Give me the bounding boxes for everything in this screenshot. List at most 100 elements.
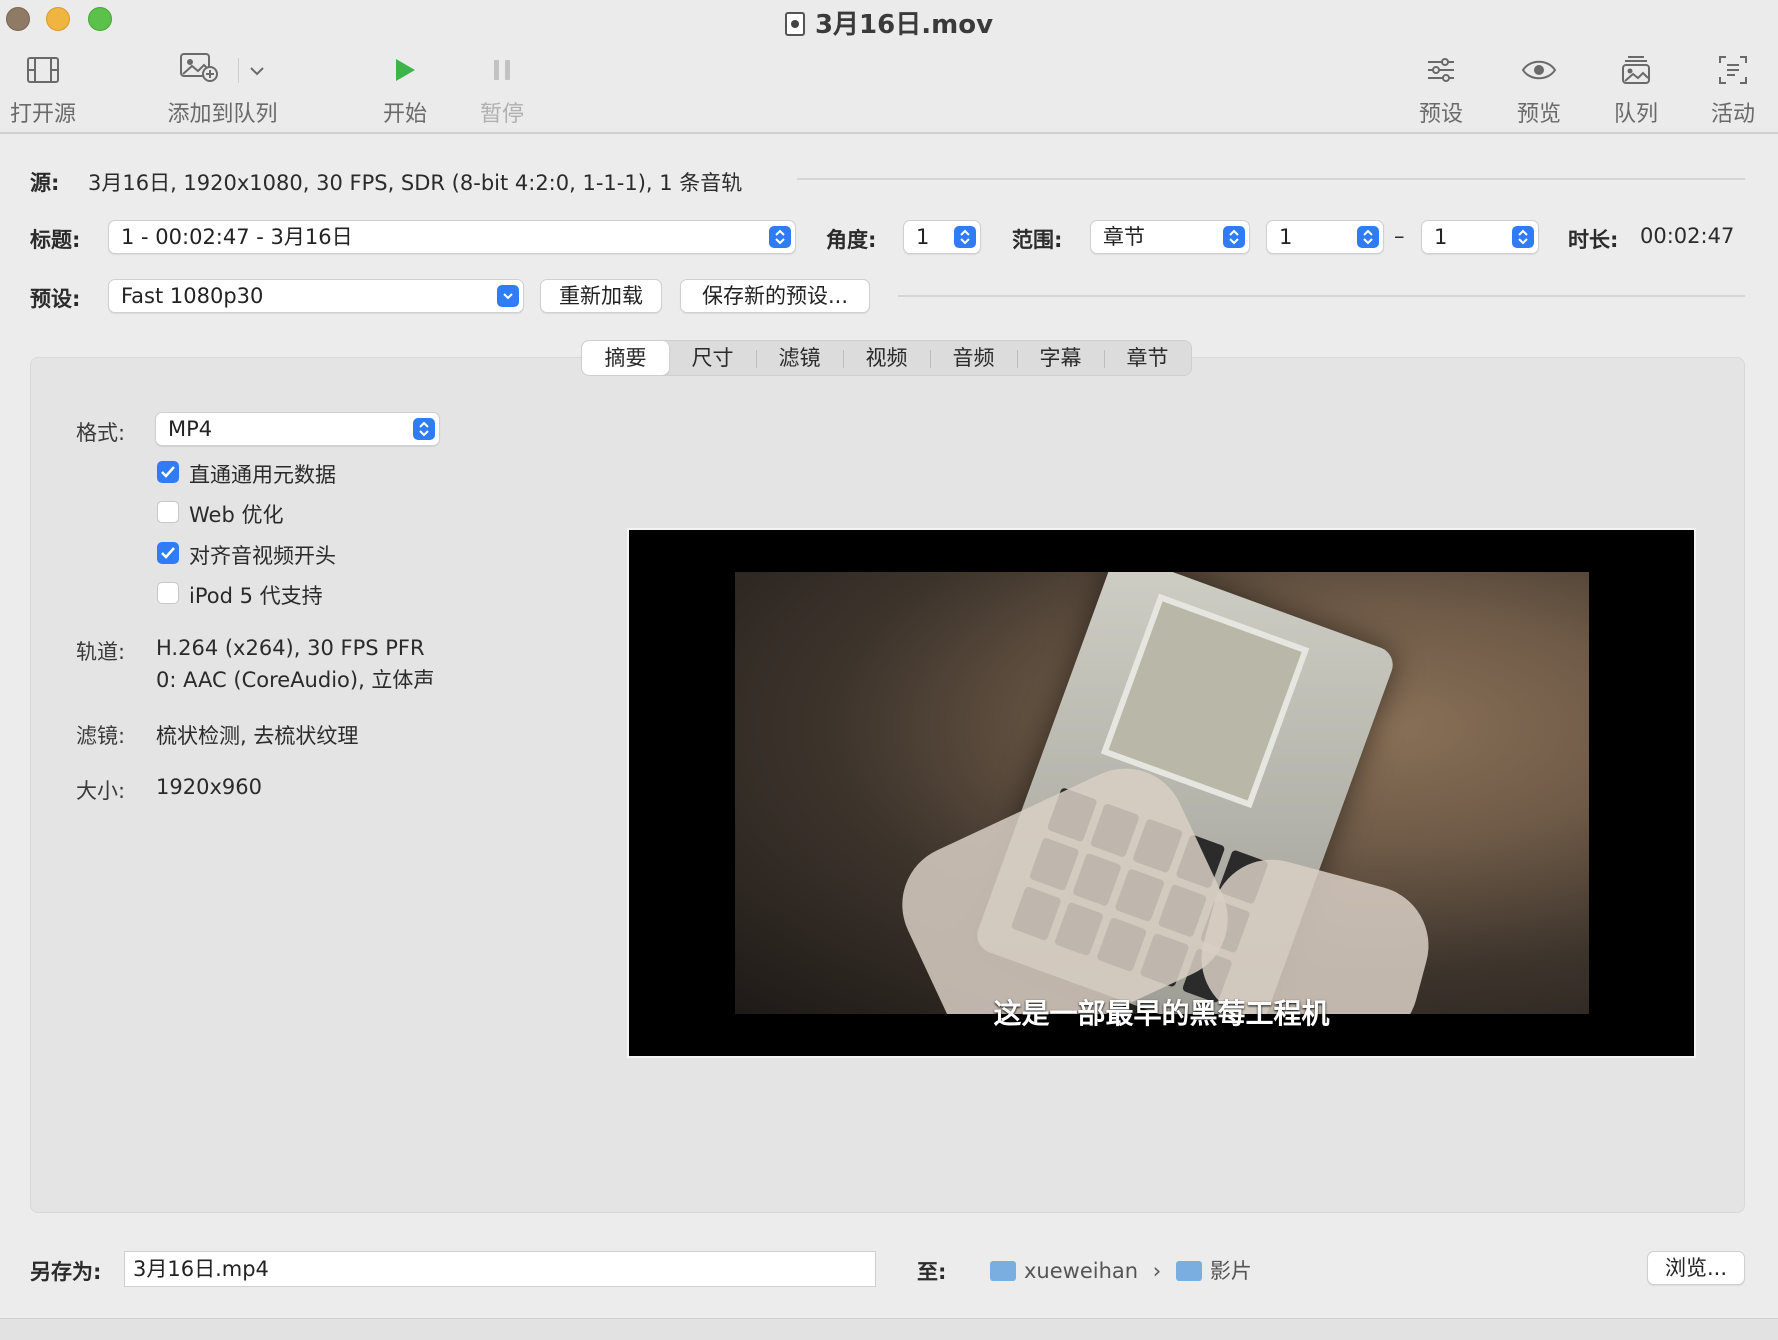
angle-value: 1 xyxy=(916,225,930,249)
pause-button[interactable]: 暂停 xyxy=(477,52,527,128)
size-value: 1920x960 xyxy=(156,775,262,799)
eye-icon xyxy=(1514,52,1564,88)
preset-value: Fast 1080p30 xyxy=(121,284,264,308)
up-down-chevron-icon xyxy=(1512,226,1534,248)
activity-button[interactable]: 活动 xyxy=(1708,52,1758,128)
ipod-5g-support-checkbox[interactable] xyxy=(157,582,179,604)
pause-icon xyxy=(477,52,527,88)
format-popup[interactable]: MP4 xyxy=(155,412,440,446)
play-icon xyxy=(380,52,430,88)
tab-subtitles[interactable]: 字幕 xyxy=(1017,341,1104,375)
queue-button[interactable]: 队列 xyxy=(1611,52,1661,128)
preset-popup[interactable]: Fast 1080p30 xyxy=(108,279,524,313)
video-subtitle: 这是一部最早的黑莓工程机 xyxy=(993,997,1330,1030)
duration-label: 时长: xyxy=(1568,228,1619,252)
angle-popup[interactable]: 1 xyxy=(903,220,981,254)
web-optimize-checkbox[interactable] xyxy=(157,501,179,523)
photo-stack-icon xyxy=(1611,52,1661,88)
document-icon xyxy=(784,12,805,36)
format-label: 格式: xyxy=(76,421,126,445)
save-as-label: 另存为: xyxy=(30,1260,102,1284)
up-down-chevron-icon xyxy=(1223,226,1245,248)
status-bar xyxy=(0,1318,1778,1340)
activity-label: 活动 xyxy=(1710,102,1755,127)
preview-thumbnail[interactable]: 这是一部最早的黑莓工程机 xyxy=(627,528,1696,1058)
start-button[interactable]: 开始 xyxy=(380,52,430,128)
browse-button[interactable]: 浏览... xyxy=(1647,1251,1745,1285)
movies-folder-icon xyxy=(1175,1261,1202,1281)
toolbar: 3月16日.mov 打开源 添加到队列 开始 暂停 预设 预览 队列 活动 xyxy=(0,0,1778,134)
passthru-metadata-checkbox[interactable] xyxy=(157,461,179,483)
title-popup[interactable]: 1 - 00:02:47 - 3月16日 xyxy=(108,220,796,254)
open-source-button[interactable]: 打开源 xyxy=(8,52,78,128)
range-dash: – xyxy=(1394,224,1405,248)
up-down-chevron-icon xyxy=(413,418,435,440)
video-frame-image xyxy=(735,572,1589,1014)
add-to-queue-button[interactable]: 添加到队列 xyxy=(160,52,285,128)
size-label: 大小: xyxy=(76,779,126,803)
divider xyxy=(797,178,1745,180)
angle-label: 角度: xyxy=(826,228,877,252)
home-folder-icon xyxy=(990,1261,1016,1281)
up-down-chevron-icon xyxy=(1357,226,1379,248)
title-value: 1 - 00:02:47 - 3月16日 xyxy=(121,225,353,249)
start-label: 开始 xyxy=(382,102,427,127)
title-label: 标题: xyxy=(30,228,81,252)
range-start-value: 1 xyxy=(1279,225,1293,249)
destination-label: 至: xyxy=(917,1260,947,1284)
tracks-video: H.264 (x264), 30 FPS PFR xyxy=(156,636,425,660)
tab-chapters[interactable]: 章节 xyxy=(1104,341,1191,375)
handbrake-window: 3月16日.mov 打开源 添加到队列 开始 暂停 预设 预览 队列 活动 源:… xyxy=(0,0,1778,1340)
open-source-label: 打开源 xyxy=(9,102,76,127)
activity-log-icon xyxy=(1708,52,1758,88)
chevron-down-icon[interactable] xyxy=(238,57,265,83)
divider xyxy=(898,295,1745,297)
range-label: 范围: xyxy=(1012,228,1063,252)
passthru-metadata-label: 直通通用元数据 xyxy=(189,463,336,487)
preview-button[interactable]: 预览 xyxy=(1514,52,1564,128)
range-type-value: 章节 xyxy=(1103,225,1145,249)
preview-label: 预览 xyxy=(1516,102,1561,127)
tracks-audio: 0: AAC (CoreAudio), 立体声 xyxy=(156,668,435,692)
presets-button[interactable]: 预设 xyxy=(1416,52,1466,128)
chevron-down-icon xyxy=(497,285,519,307)
web-optimize-label: Web 优化 xyxy=(189,503,284,527)
ipod-5g-support-label: iPod 5 代支持 xyxy=(189,584,323,608)
checkmark-icon xyxy=(161,547,175,559)
path-folder: 影片 xyxy=(1209,1259,1252,1283)
reload-preset-button[interactable]: 重新加载 xyxy=(540,279,662,313)
checkmark-icon xyxy=(161,466,175,478)
tab-filters[interactable]: 滤镜 xyxy=(756,341,843,375)
source-label: 源: xyxy=(30,171,60,195)
tab-bar: 摘要 尺寸 滤镜 视频 音频 字幕 章节 xyxy=(581,340,1192,376)
range-end-popup[interactable]: 1 xyxy=(1421,220,1539,254)
add-photo-icon xyxy=(180,52,218,88)
tab-dimensions[interactable]: 尺寸 xyxy=(669,341,756,375)
path-separator: › xyxy=(1152,1259,1162,1283)
tab-video[interactable]: 视频 xyxy=(843,341,930,375)
range-end-value: 1 xyxy=(1434,225,1448,249)
path-user: xueweihan xyxy=(1024,1259,1139,1283)
window-title-text: 3月16日.mov xyxy=(814,10,994,40)
filters-value: 梳状检测, 去梳状纹理 xyxy=(156,724,359,748)
format-value: MP4 xyxy=(168,417,213,441)
add-to-queue-label: 添加到队列 xyxy=(167,102,278,127)
tab-audio[interactable]: 音频 xyxy=(930,341,1017,375)
destination-path[interactable]: xueweihan › 影片 xyxy=(990,1255,1252,1285)
filters-label: 滤镜: xyxy=(76,724,126,748)
up-down-chevron-icon xyxy=(769,226,791,248)
presets-label: 预设 xyxy=(1418,102,1463,127)
save-as-field[interactable]: 3月16日.mp4 xyxy=(124,1251,876,1287)
duration-value: 00:02:47 xyxy=(1640,224,1735,248)
save-new-preset-button[interactable]: 保存新的预设... xyxy=(680,279,870,313)
range-start-popup[interactable]: 1 xyxy=(1266,220,1384,254)
sliders-icon xyxy=(1416,52,1466,88)
tab-summary[interactable]: 摘要 xyxy=(582,341,669,375)
align-av-start-checkbox[interactable] xyxy=(157,542,179,564)
up-down-chevron-icon xyxy=(954,226,976,248)
align-av-start-label: 对齐音视频开头 xyxy=(189,544,336,568)
queue-label: 队列 xyxy=(1613,102,1658,127)
tracks-label: 轨道: xyxy=(76,640,126,664)
range-type-popup[interactable]: 章节 xyxy=(1090,220,1250,254)
window-title: 3月16日.mov xyxy=(0,4,1778,41)
